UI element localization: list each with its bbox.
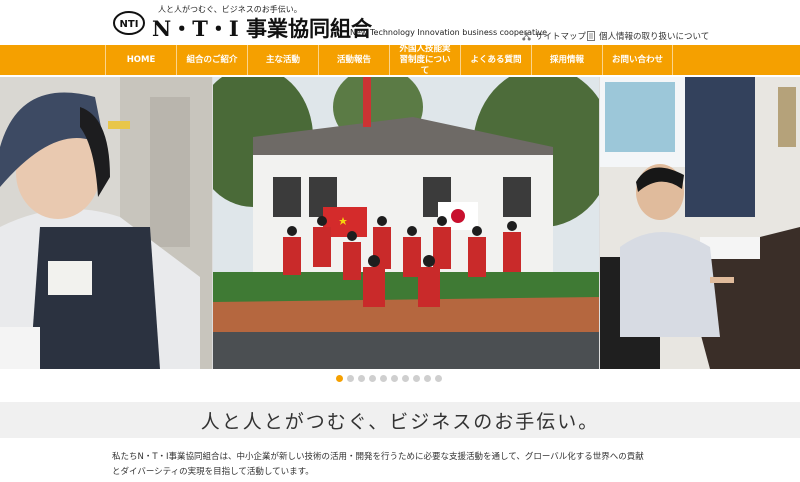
badge-text: NTI — [120, 19, 139, 30]
catchphrase: 人と人とがつむぐ、ビジネスのお手伝い。 — [200, 410, 600, 433]
catchphrase-band: 人と人とがつむぐ、ビジネスのお手伝い。 — [0, 402, 800, 438]
organization-name: N・T・I 事業協同組合 — [152, 16, 372, 41]
nav-recruit[interactable]: 採用情報 — [531, 45, 602, 75]
nav-contact[interactable]: お問い合わせ — [602, 45, 673, 75]
organization-subtitle: New Technology Innovation business coope… — [350, 28, 548, 37]
sitemap-label: サイトマップ — [535, 32, 587, 42]
slider-dot[interactable] — [391, 375, 398, 382]
slide-image-office-worker — [600, 77, 800, 369]
slider-dot[interactable] — [413, 375, 420, 382]
intro-text: 私たちN・T・I事業協同組合は、中小企業が新しい技術の活用・開発を行うために必要… — [112, 450, 702, 480]
global-nav: HOME 組合のご紹介 主な活動 活動報告 外国人技能実習制度について よくある… — [0, 44, 800, 76]
slider-pagination — [336, 375, 442, 382]
nav-trainee-program[interactable]: 外国人技能実習制度について — [389, 44, 460, 76]
slider-dot[interactable] — [402, 375, 409, 382]
slide-image-group-photo — [213, 77, 599, 369]
nav-reports[interactable]: 活動報告 — [318, 45, 389, 75]
sitemap-icon — [522, 31, 531, 40]
privacy-policy-link[interactable]: 個人情報の取り扱いについて — [587, 30, 709, 42]
nti-badge-icon: NTI — [113, 11, 145, 35]
privacy-label: 個人情報の取り扱いについて — [599, 32, 710, 42]
sitemap-link[interactable]: サイトマップ — [522, 30, 586, 42]
nav-activities[interactable]: 主な活動 — [247, 45, 318, 75]
slider-dot[interactable] — [336, 375, 343, 382]
nav-about[interactable]: 組合のご紹介 — [176, 45, 247, 75]
nav-home[interactable]: HOME — [105, 45, 176, 75]
document-icon — [587, 31, 595, 41]
intro-line-1: 私たちN・T・I事業協同組合は、中小企業が新しい技術の活用・開発を行うために必要… — [112, 452, 644, 462]
slider-dot[interactable] — [380, 375, 387, 382]
hero-slider[interactable] — [0, 77, 800, 369]
site-logo[interactable]: NTI 人と人がつむぐ、ビジネスのお手伝い。 N・T・I 事業協同組合 — [112, 4, 372, 42]
slider-dot[interactable] — [369, 375, 376, 382]
nav-faq[interactable]: よくある質問 — [460, 45, 531, 75]
slide-image-factory-worker — [0, 77, 212, 369]
slider-dot[interactable] — [358, 375, 365, 382]
slider-dot[interactable] — [424, 375, 431, 382]
intro-line-2: とダイバーシティの実現を目指して活動しています。 — [112, 467, 314, 477]
slider-dot[interactable] — [435, 375, 442, 382]
slider-dot[interactable] — [347, 375, 354, 382]
site-header: NTI 人と人がつむぐ、ビジネスのお手伝い。 N・T・I 事業協同組合 New … — [0, 0, 800, 44]
